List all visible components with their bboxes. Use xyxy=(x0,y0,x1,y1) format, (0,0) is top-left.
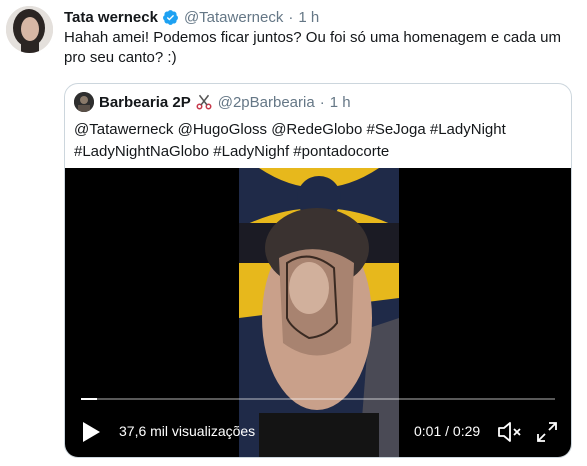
quoted-author-handle[interactable]: @2pBarbearia xyxy=(218,94,315,111)
verified-badge-icon xyxy=(162,9,179,26)
quoted-separator: · xyxy=(319,93,325,111)
video-time: 0:01 / 0:29 xyxy=(414,423,481,439)
quoted-author-name[interactable]: Barbearia 2P xyxy=(99,94,191,111)
tweet-header: Tata werneck @Tatawerneck · 1 h xyxy=(64,7,319,27)
author-handle[interactable]: @Tatawerneck xyxy=(184,9,283,26)
tweet-time[interactable]: 1 h xyxy=(298,9,319,26)
volume-muted-icon[interactable] xyxy=(497,420,523,444)
fullscreen-icon[interactable] xyxy=(535,420,559,444)
view-count: 37,6 mil visualizações xyxy=(119,423,256,439)
author-avatar[interactable] xyxy=(6,6,53,53)
progress-fill xyxy=(81,398,98,400)
quoted-time[interactable]: 1 h xyxy=(330,94,351,111)
author-name[interactable]: Tata werneck xyxy=(64,9,158,26)
tweet-text: Hahah amei! Podemos ficar juntos? Ou foi… xyxy=(64,29,561,66)
play-icon[interactable] xyxy=(81,421,101,443)
video-frame xyxy=(239,168,399,457)
quoted-author-avatar xyxy=(74,92,94,112)
quoted-header: Barbearia 2P @2pBarbearia · 1 h xyxy=(74,92,351,112)
header-separator: · xyxy=(288,8,294,26)
quoted-text: @Tatawerneck @HugoGloss @RedeGlobo #SeJo… xyxy=(74,121,506,160)
progress-bar[interactable] xyxy=(81,398,555,400)
scissors-icon xyxy=(195,93,213,111)
video-player[interactable]: 37,6 mil visualizações 0:01 / 0:29 xyxy=(65,168,571,457)
quoted-tweet[interactable]: Barbearia 2P @2pBarbearia · 1 h @Tatawer… xyxy=(64,83,572,458)
